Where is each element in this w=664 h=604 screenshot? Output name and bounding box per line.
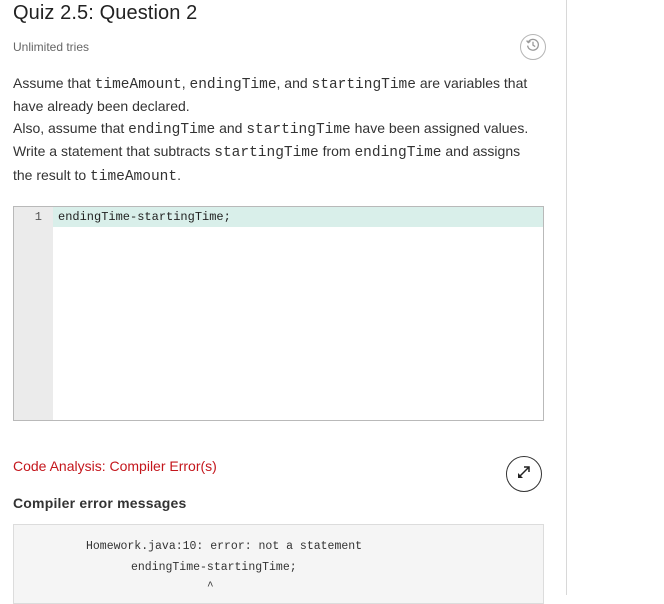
code-identifier: endingTime — [189, 77, 277, 93]
prompt-text: , — [181, 75, 190, 91]
code-line[interactable]: endingTime-startingTime; — [58, 208, 231, 226]
code-identifier: startingTime — [311, 77, 416, 93]
prompt-text: have been assigned values. — [350, 119, 529, 136]
code-identifier: startingTime — [214, 145, 319, 162]
code-identifier: timeAmount — [90, 168, 178, 185]
history-icon — [525, 37, 541, 58]
prompt-text: Write a statement that subtracts — [13, 143, 215, 160]
error-message-line: Homework.java:10: error: not a statement — [86, 540, 363, 553]
code-identifier: timeAmount — [94, 77, 182, 93]
page-title: Quiz 2.5: Question 2 — [13, 2, 198, 24]
prompt-paragraph-2: Also, assume that endingTime and startin… — [13, 118, 543, 141]
error-caret: ^ — [207, 581, 214, 593]
code-analysis-title: Code Analysis: Compiler Error(s) — [13, 458, 217, 474]
line-number: 1 — [34, 210, 42, 224]
compiler-error-box: Homework.java:10: error: not a statement… — [13, 524, 544, 604]
error-source-line: endingTime-startingTime; — [131, 561, 297, 574]
question-panel: Quiz 2.5: Question 2 Unlimited tries Ass… — [0, 0, 566, 604]
prompt-text: from — [318, 143, 355, 160]
prompt-text: Assume that — [13, 75, 95, 91]
prompt-text: , and — [276, 75, 312, 91]
compiler-errors-heading: Compiler error messages — [13, 495, 187, 511]
code-identifier: startingTime — [246, 121, 351, 138]
expand-button[interactable] — [506, 456, 542, 492]
prompt-paragraph-1: Assume that timeAmount, endingTime, and … — [13, 73, 543, 118]
code-identifier: endingTime — [128, 121, 216, 138]
prompt-text: Also, assume that — [13, 119, 129, 136]
right-side-panel — [567, 0, 664, 595]
code-editor[interactable]: 1 endingTime-startingTime; — [13, 206, 544, 421]
expand-arrows-icon — [515, 463, 533, 486]
prompt-text: . — [177, 166, 181, 183]
prompt-paragraph-3: Write a statement that subtracts startin… — [13, 141, 543, 188]
history-button[interactable] — [520, 34, 546, 60]
editor-gutter — [14, 207, 53, 420]
prompt-text: and — [215, 119, 247, 136]
question-prompt: Assume that timeAmount, endingTime, and … — [13, 73, 543, 188]
tries-label: Unlimited tries — [13, 40, 90, 54]
code-identifier: endingTime — [354, 145, 442, 162]
